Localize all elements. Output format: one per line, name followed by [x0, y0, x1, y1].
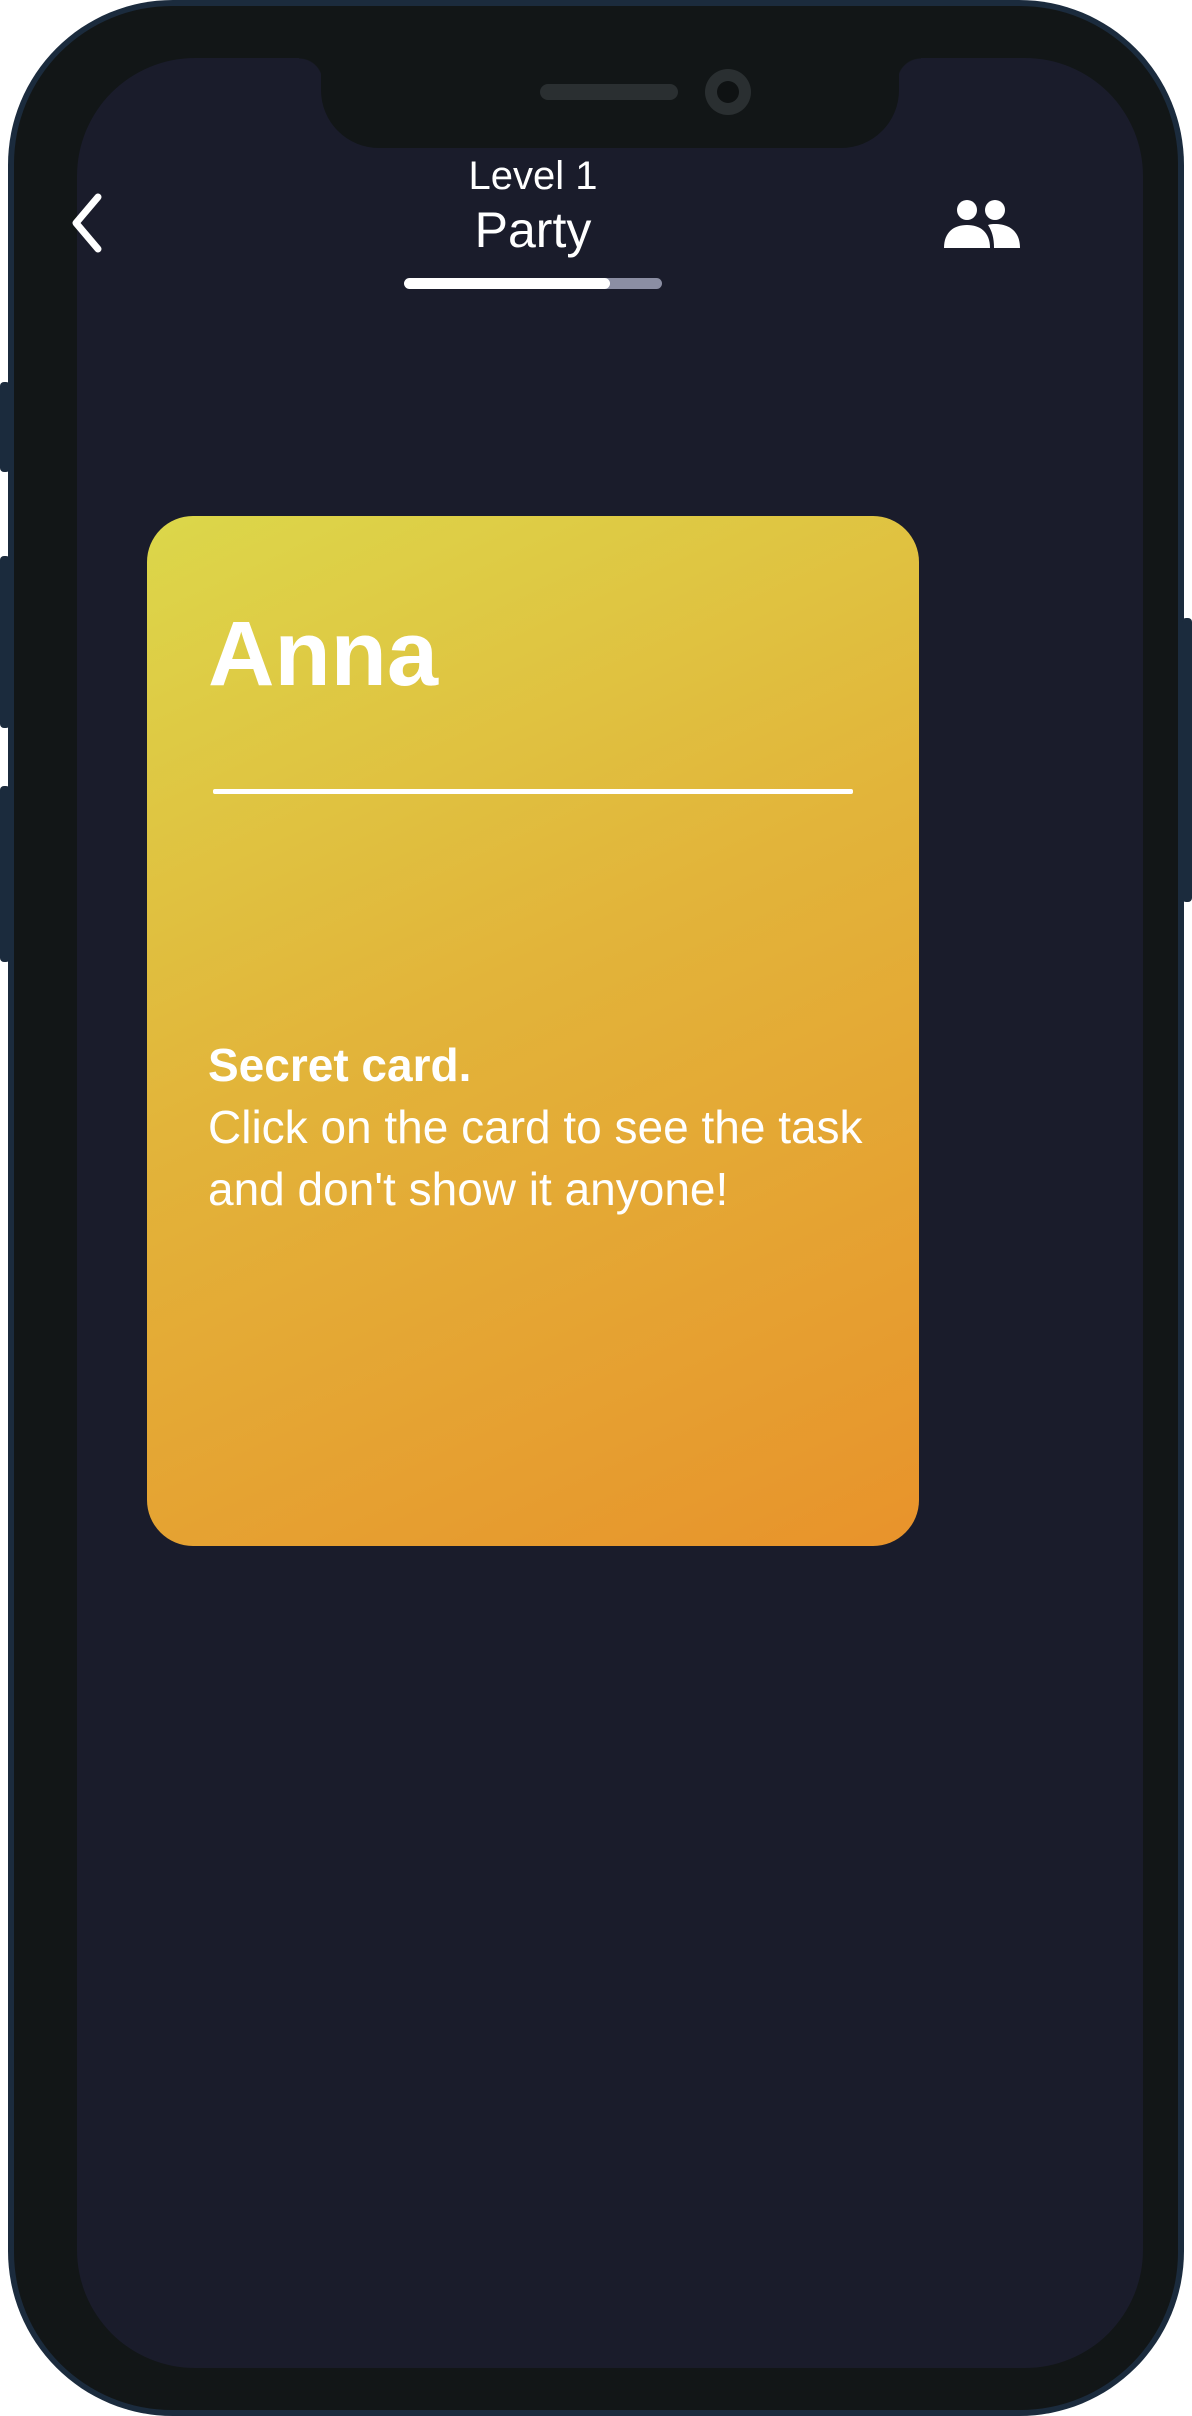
mode-title: Party: [474, 202, 592, 258]
level-progress-fill: [404, 278, 611, 289]
header-title-group: Level 1 Party: [383, 152, 683, 260]
level-progress-bar: [404, 278, 662, 289]
players-button[interactable]: [940, 188, 1024, 264]
speaker-grille: [540, 84, 678, 100]
users-icon: [944, 200, 1020, 248]
card-title: Secret card.: [208, 1039, 472, 1091]
card-divider: [213, 789, 853, 794]
card-message: Secret card. Click on the card to see th…: [208, 1034, 868, 1220]
volume-down-button: [0, 786, 10, 962]
player-name: Anna: [208, 603, 438, 705]
chevron-left-icon: [72, 193, 102, 253]
front-camera-icon: [705, 69, 751, 115]
back-button[interactable]: [60, 183, 116, 263]
power-button: [1182, 618, 1192, 902]
card-instructions: Click on the card to see the task and do…: [208, 1101, 863, 1215]
notch: [299, 58, 921, 148]
silent-switch: [0, 382, 10, 472]
level-label: Level 1: [468, 154, 598, 198]
secret-card[interactable]: Anna Secret card. Click on the card to s…: [147, 516, 919, 1546]
volume-up-button: [0, 556, 10, 728]
